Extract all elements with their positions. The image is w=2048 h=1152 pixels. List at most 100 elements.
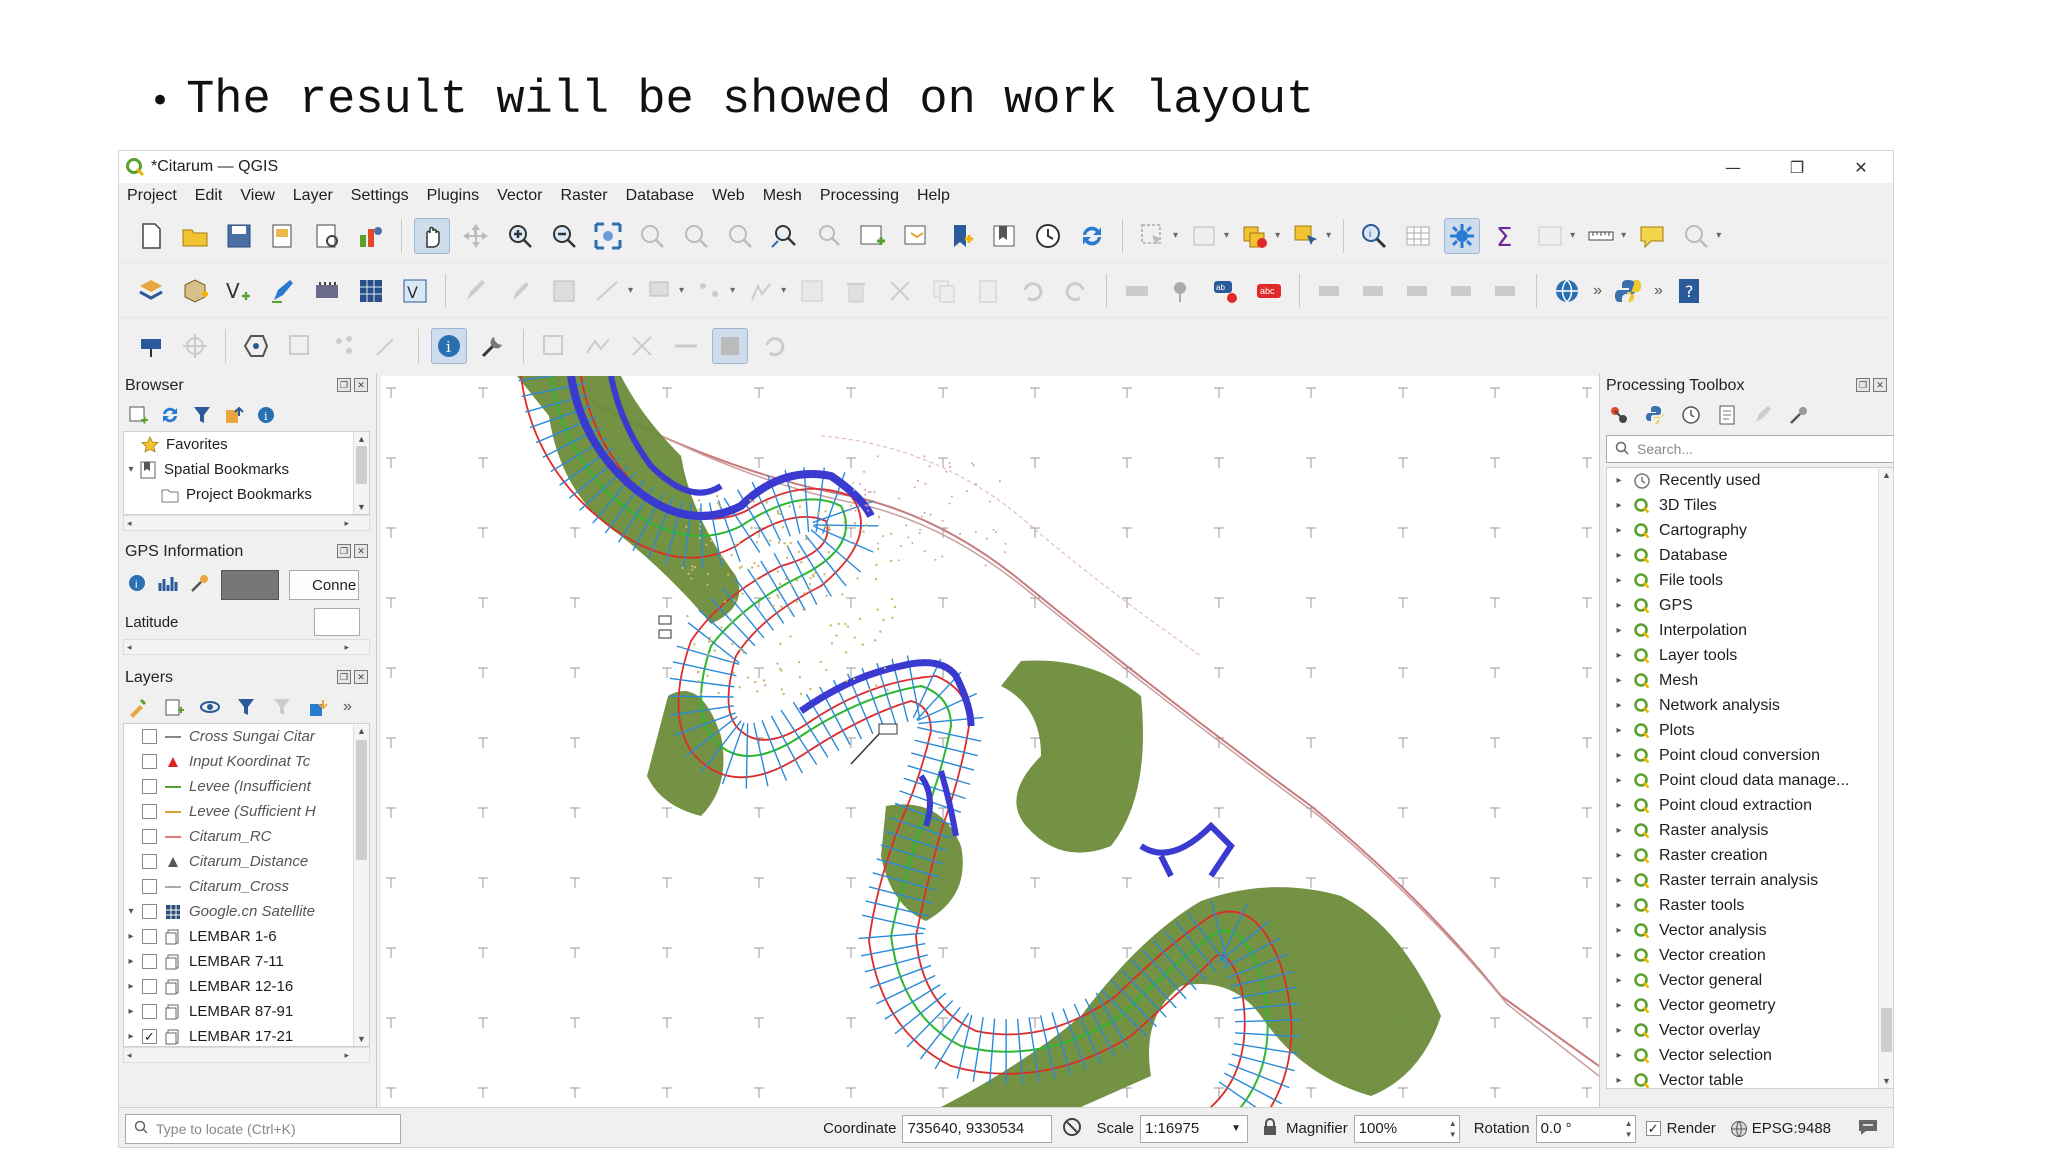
- edit-attributes-icon[interactable]: [794, 273, 830, 309]
- layer-visibility-checkbox[interactable]: [142, 779, 157, 794]
- expand-arrow-icon[interactable]: ▸: [1611, 675, 1627, 686]
- pan-to-selection-icon[interactable]: [458, 218, 494, 254]
- filter-expression-icon[interactable]: [271, 696, 293, 718]
- processing-provider-item[interactable]: ▸ Database: [1607, 543, 1893, 568]
- expand-arrow-icon[interactable]: ▾: [124, 906, 138, 917]
- zoom-out-icon[interactable]: [546, 218, 582, 254]
- processing-provider-item[interactable]: ▸ Vector geometry: [1607, 993, 1893, 1018]
- layer-item[interactable]: Levee (Insufficient: [124, 774, 369, 799]
- toolbox-icon[interactable]: [1444, 217, 1481, 254]
- layer-visibility-checkbox[interactable]: [142, 929, 157, 944]
- processing-provider-item[interactable]: ▸ Vector selection: [1607, 1043, 1893, 1068]
- menu-help[interactable]: Help: [917, 187, 950, 205]
- undo-icon[interactable]: [1014, 273, 1050, 309]
- manage-visibility-icon[interactable]: [199, 696, 221, 718]
- select-location-icon[interactable]: [1288, 218, 1324, 254]
- change-label-icon[interactable]: [1488, 273, 1524, 309]
- layer-visibility-checkbox[interactable]: [142, 829, 157, 844]
- redo-icon[interactable]: [1058, 273, 1094, 309]
- identify-features-icon[interactable]: i: [431, 328, 467, 364]
- expand-arrow-icon[interactable]: ▸: [1611, 475, 1627, 486]
- expand-arrow-icon[interactable]: ▸: [1611, 1025, 1627, 1036]
- expand-arrow-icon[interactable]: ▸: [1611, 950, 1627, 961]
- expand-arrow-icon[interactable]: ▸: [124, 956, 138, 967]
- spin-arrows-icon[interactable]: ▲ ▼: [1449, 1118, 1457, 1140]
- layer-visibility-checkbox[interactable]: [142, 1004, 157, 1019]
- move-feature-icon[interactable]: [692, 273, 728, 309]
- float-panel-icon[interactable]: ❐: [337, 544, 351, 558]
- help-icon[interactable]: ?: [1671, 273, 1707, 309]
- menu-raster[interactable]: Raster: [560, 187, 607, 205]
- layer-visibility-checkbox[interactable]: [142, 979, 157, 994]
- layer-item[interactable]: ▸ LEMBAR 1-6: [124, 924, 369, 949]
- locator-search-input[interactable]: Type to locate (Ctrl+K): [125, 1113, 401, 1144]
- expand-arrow-icon[interactable]: ▸: [1611, 900, 1627, 911]
- statistics-icon[interactable]: Σ: [1488, 218, 1524, 254]
- processing-provider-item[interactable]: ▸ Cartography: [1607, 518, 1893, 543]
- menu-mesh[interactable]: Mesh: [763, 187, 802, 205]
- show-bookmarks-icon[interactable]: [986, 218, 1022, 254]
- modify-attributes-icon[interactable]: [743, 273, 779, 309]
- expand-arrow-icon[interactable]: ▸: [1611, 725, 1627, 736]
- save-edits-icon[interactable]: [546, 273, 582, 309]
- browser-item[interactable]: ▾ Spatial Bookmarks: [124, 457, 369, 482]
- expand-all-icon[interactable]: [307, 696, 329, 718]
- expand-arrow-icon[interactable]: ▸: [1611, 825, 1627, 836]
- expand-arrow-icon[interactable]: ▸: [124, 1006, 138, 1017]
- split-features-icon[interactable]: [326, 328, 362, 364]
- processing-provider-item[interactable]: ▸ Vector overlay: [1607, 1018, 1893, 1043]
- zoom-next-icon[interactable]: [810, 218, 846, 254]
- zoom-native-icon[interactable]: [722, 218, 758, 254]
- layer-visibility-checkbox[interactable]: ✓: [142, 1029, 157, 1044]
- layout-manager-icon[interactable]: [309, 218, 345, 254]
- python-console-icon[interactable]: [1610, 273, 1646, 309]
- filter-icon[interactable]: [191, 404, 213, 426]
- style-manager-icon[interactable]: [353, 218, 389, 254]
- add-group-icon[interactable]: [163, 696, 185, 718]
- close-panel-icon[interactable]: ✕: [354, 544, 368, 558]
- select-features-icon[interactable]: [1135, 218, 1171, 254]
- label-toolbar-icon[interactable]: [1119, 273, 1155, 309]
- expand-arrow-icon[interactable]: ▸: [1611, 600, 1627, 611]
- layer-visibility-checkbox[interactable]: [142, 879, 157, 894]
- close-panel-icon[interactable]: ✕: [1873, 378, 1887, 392]
- float-panel-icon[interactable]: ❐: [337, 378, 351, 392]
- menu-plugins[interactable]: Plugins: [427, 187, 479, 205]
- attribute-table-icon[interactable]: [1400, 218, 1436, 254]
- new-bookmark-icon[interactable]: [942, 218, 978, 254]
- expand-arrow-icon[interactable]: ▸: [1611, 975, 1627, 986]
- processing-provider-item[interactable]: ▸ Raster terrain analysis: [1607, 868, 1893, 893]
- menu-web[interactable]: Web: [712, 187, 745, 205]
- measure-line-icon[interactable]: [1583, 218, 1619, 254]
- layer-item[interactable]: Cross Sungai Citar: [124, 724, 369, 749]
- expand-arrow-icon[interactable]: ▸: [1611, 1075, 1627, 1086]
- expand-arrow-icon[interactable]: ▸: [1611, 875, 1627, 886]
- layer-item[interactable]: ▸ LEMBAR 12-16: [124, 974, 369, 999]
- gps-info-icon[interactable]: i: [127, 573, 147, 598]
- new-map-view-icon[interactable]: [854, 218, 890, 254]
- open-project-icon[interactable]: [177, 218, 213, 254]
- pin-labels-icon[interactable]: [1163, 273, 1199, 309]
- georeferencer-icon[interactable]: [133, 328, 169, 364]
- new-print-layout-icon[interactable]: [265, 218, 301, 254]
- menu-edit[interactable]: Edit: [195, 187, 223, 205]
- gps-hscrollbar[interactable]: ◂ ▸: [123, 639, 370, 655]
- digitize-icon[interactable]: [265, 273, 301, 309]
- browser-scrollbar[interactable]: ▲ ▼: [353, 432, 369, 514]
- rotate-label-icon[interactable]: [1444, 273, 1480, 309]
- expand-arrow-icon[interactable]: ▸: [1611, 1000, 1627, 1011]
- filter-legend-icon[interactable]: [235, 696, 257, 718]
- crs-button[interactable]: EPSG:9488: [1730, 1120, 1831, 1138]
- simplify-icon[interactable]: [668, 328, 704, 364]
- expand-arrow-icon[interactable]: ▸: [1611, 525, 1627, 536]
- current-edits-icon[interactable]: [502, 273, 538, 309]
- layer-item[interactable]: Input Koordinat Tc: [124, 749, 369, 774]
- zoom-full-icon[interactable]: [590, 218, 626, 254]
- layer-diagram-icon[interactable]: abc: [1251, 273, 1287, 309]
- temporal-controller-icon[interactable]: [1030, 218, 1066, 254]
- layer-tree-scrollbar[interactable]: ▲ ▼: [353, 724, 369, 1046]
- processing-provider-item[interactable]: ▸ Vector creation: [1607, 943, 1893, 968]
- gps-settings-icon[interactable]: [189, 572, 211, 599]
- new-project-icon[interactable]: [133, 218, 169, 254]
- zoom-selection-icon[interactable]: [634, 218, 670, 254]
